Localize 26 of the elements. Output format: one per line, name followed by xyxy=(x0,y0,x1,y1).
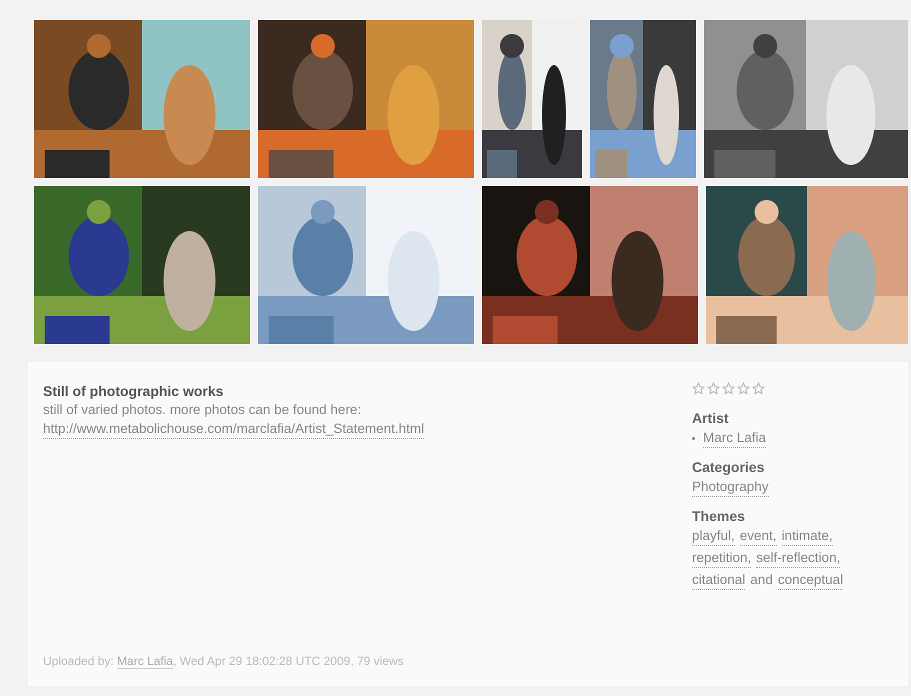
theme-link[interactable]: intimate, xyxy=(782,527,833,546)
empty-star-icon[interactable] xyxy=(722,382,735,395)
url-link[interactable]: http://www.metabolichouse.com/marclafia/Artist_Statement.html xyxy=(43,420,424,439)
categories-heading: Categories xyxy=(692,458,766,476)
empty-star-icon[interactable] xyxy=(692,382,705,395)
empty-star-icon[interactable] xyxy=(752,382,765,395)
star-rating[interactable] xyxy=(692,382,765,395)
joiner-text: and xyxy=(750,571,773,589)
theme-link[interactable]: event, xyxy=(740,527,777,546)
category-link[interactable]: Photography xyxy=(692,478,769,497)
theme-link[interactable]: repetition, xyxy=(692,549,752,568)
theme-link[interactable]: citational xyxy=(692,571,746,590)
empty-star-icon[interactable] xyxy=(707,382,720,395)
artist-heading: Artist xyxy=(692,409,730,427)
bullet-icon xyxy=(692,437,695,440)
theme-link[interactable]: playful, xyxy=(692,527,735,546)
work-description: still of varied photos. more photos can be found here: xyxy=(43,401,362,419)
uploader-link[interactable]: Marc Lafia xyxy=(117,654,174,669)
upload-details: , Wed Apr 29 18:02:28 UTC 2009, 79 views xyxy=(173,654,404,668)
theme-link[interactable]: conceptual xyxy=(778,571,844,590)
work-title: Still of photographic works xyxy=(43,382,224,400)
empty-star-icon[interactable] xyxy=(737,382,750,395)
themes-heading: Themes xyxy=(692,507,746,525)
artist-link[interactable]: Marc Lafia xyxy=(703,429,766,448)
uploaded-label: Uploaded by: xyxy=(43,654,114,668)
theme-link[interactable]: self-reflection, xyxy=(756,549,840,568)
